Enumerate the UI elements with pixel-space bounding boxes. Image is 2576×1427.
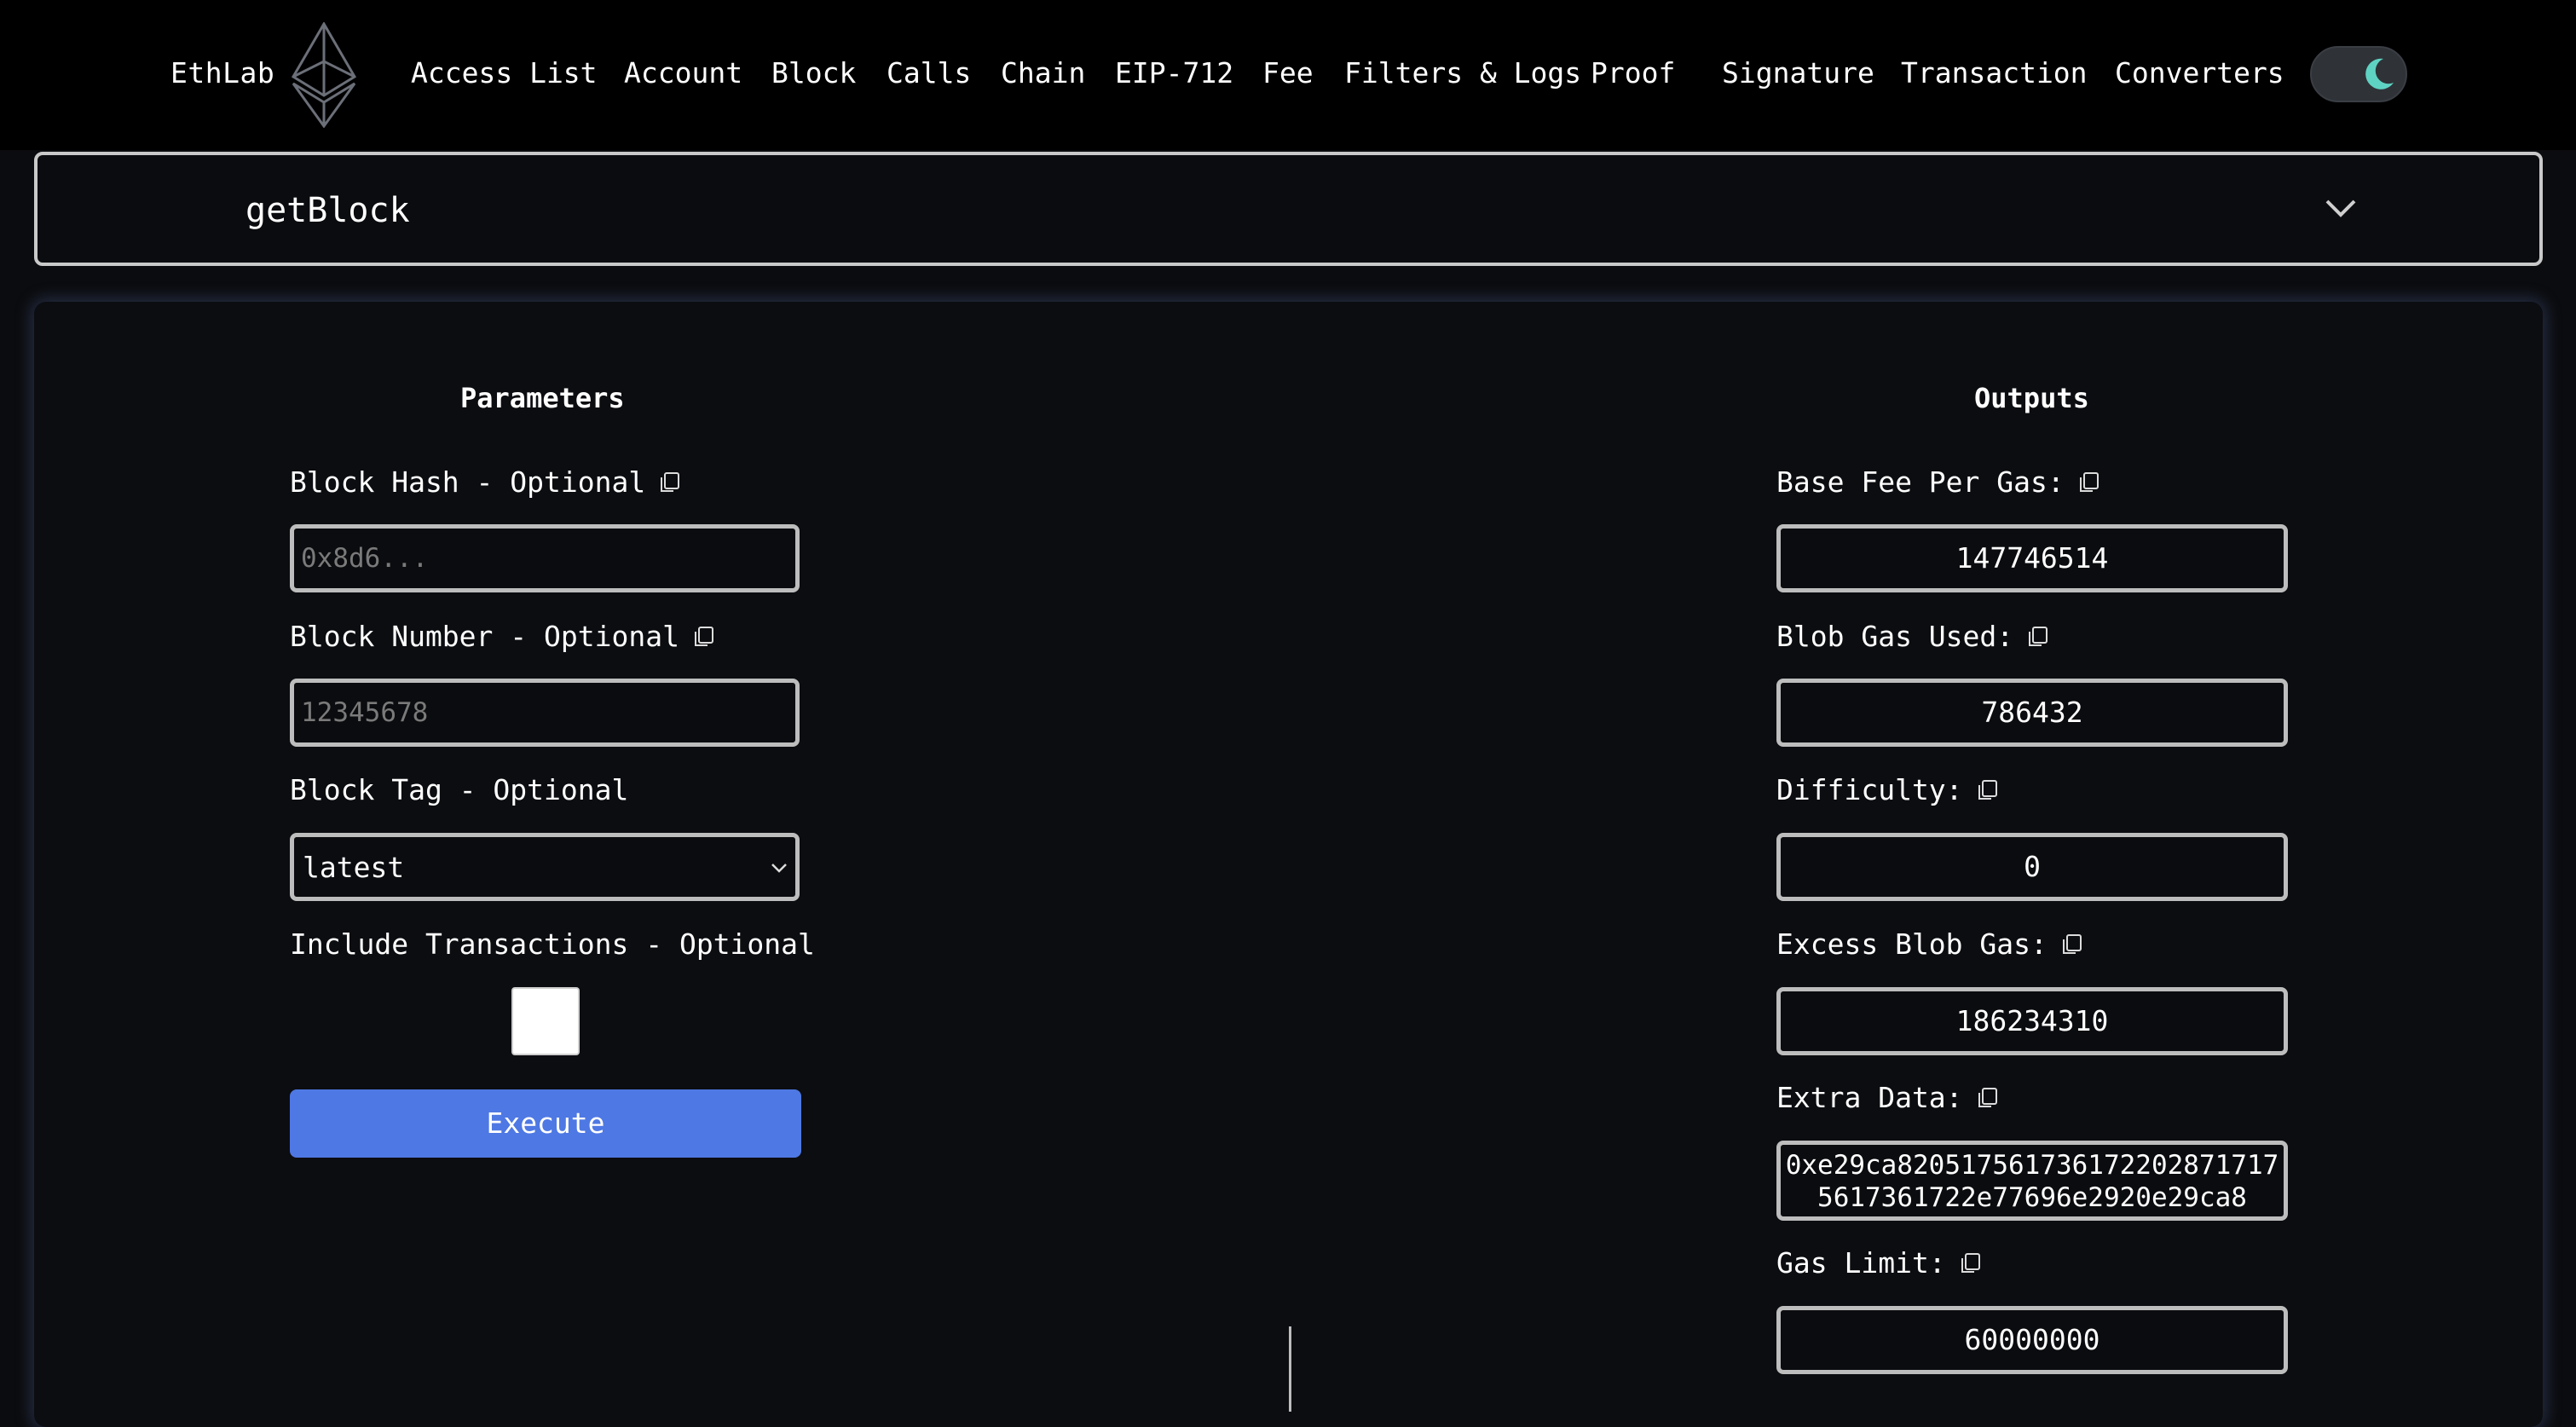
brand-name[interactable]: EthLab <box>170 56 274 90</box>
block-tag-select[interactable]: latest <box>290 833 800 901</box>
copy-icon[interactable] <box>1977 779 1999 801</box>
nav-transaction[interactable]: Transaction <box>1901 56 2088 90</box>
block-hash-label: Block Hash - Optional <box>290 465 681 499</box>
block-tag-label: Block Tag - Optional <box>290 773 629 806</box>
theme-toggle[interactable] <box>2310 46 2407 102</box>
output-blob-gas-used: 786432 <box>1776 679 2288 747</box>
parameters-title: Parameters <box>460 382 625 414</box>
output-label-base-fee: Base Fee Per Gas: <box>1776 465 2100 499</box>
output-label-blob-gas-used: Blob Gas Used: <box>1776 620 2049 653</box>
nav-account[interactable]: Account <box>624 56 742 90</box>
moon-icon <box>2365 58 2394 90</box>
block-hash-input[interactable] <box>290 524 800 592</box>
nav-block[interactable]: Block <box>771 56 856 90</box>
output-extra-data: 0xe29ca820517561736172202871717561736172… <box>1776 1141 2288 1221</box>
outputs-title: Outputs <box>1974 382 2089 414</box>
copy-icon[interactable] <box>1960 1252 1982 1274</box>
copy-icon[interactable] <box>1977 1087 1999 1109</box>
copy-icon[interactable] <box>2027 626 2049 648</box>
output-label-extra-data: Extra Data: <box>1776 1081 1999 1114</box>
include-transactions-label: Include Transactions - Optional <box>290 927 815 961</box>
copy-icon[interactable] <box>659 471 681 494</box>
nav-filters-logs[interactable]: Filters & Logs <box>1344 56 1581 90</box>
block-number-label: Block Number - Optional <box>290 620 715 653</box>
copy-icon[interactable] <box>2061 933 2083 956</box>
output-label-difficulty: Difficulty: <box>1776 773 1999 806</box>
copy-icon[interactable] <box>693 626 715 648</box>
output-gas-limit: 60000000 <box>1776 1306 2288 1374</box>
method-selector[interactable]: getBlock <box>34 152 2543 266</box>
output-label-gas-limit: Gas Limit: <box>1776 1246 1982 1280</box>
block-tag-value: latest <box>303 851 405 884</box>
output-difficulty: 0 <box>1776 833 2288 901</box>
top-navbar: EthLab Access List Account Block Calls C… <box>0 0 2576 150</box>
method-name: getBlock <box>245 191 410 230</box>
output-base-fee: 147746514 <box>1776 524 2288 592</box>
nav-calls[interactable]: Calls <box>887 56 971 90</box>
nav-eip-712[interactable]: EIP-712 <box>1115 56 1233 90</box>
block-number-input[interactable] <box>290 679 800 747</box>
chevron-down-icon <box>2325 199 2356 217</box>
nav-fee[interactable]: Fee <box>1262 56 1314 90</box>
output-label-excess-blob-gas: Excess Blob Gas: <box>1776 927 2083 961</box>
nav-signature[interactable]: Signature <box>1722 56 1874 90</box>
include-transactions-checkbox[interactable] <box>511 987 580 1055</box>
output-excess-blob-gas: 186234310 <box>1776 987 2288 1055</box>
chevron-down-icon <box>771 864 787 873</box>
nav-proof[interactable]: Proof <box>1591 56 1675 90</box>
nav-access-list[interactable]: Access List <box>411 56 598 90</box>
nav-converters[interactable]: Converters <box>2115 56 2284 90</box>
ethereum-logo-icon <box>291 22 357 128</box>
execute-button[interactable]: Execute <box>290 1089 801 1158</box>
nav-chain[interactable]: Chain <box>1001 56 1085 90</box>
copy-icon[interactable] <box>2078 471 2100 494</box>
column-divider <box>1289 1326 1291 1412</box>
